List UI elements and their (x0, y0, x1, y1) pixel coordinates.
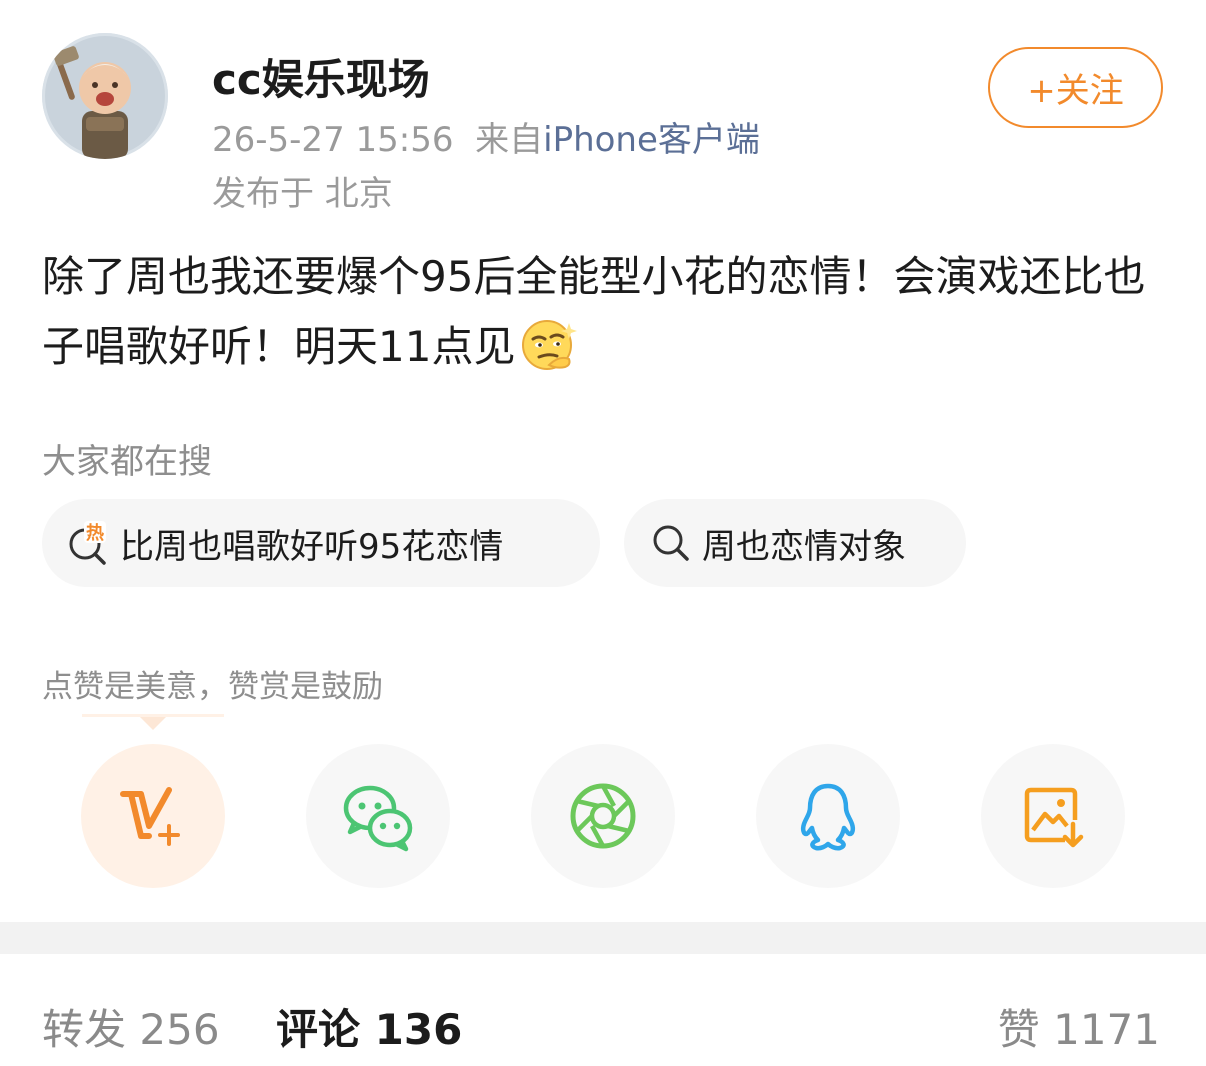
pointer-arrow (140, 717, 166, 730)
weibo-v-plus-icon (120, 787, 180, 846)
svg-text:热: 热 (86, 522, 104, 544)
tab-repost[interactable]: 转发 256 (42, 996, 220, 1057)
moments-icon (570, 783, 636, 849)
like-count: 1171 (1053, 1005, 1160, 1054)
share-save-image-button[interactable] (981, 744, 1125, 888)
source-prefix: 来自 (475, 120, 544, 160)
tab-like[interactable]: 赞 1171 (998, 996, 1160, 1057)
repost-label: 转发 (42, 1005, 127, 1054)
smirk-emoji-icon (522, 320, 578, 370)
search-chip[interactable]: 周也恋情对象 (624, 499, 966, 587)
save-image-icon (1024, 787, 1084, 848)
tab-comment[interactable]: 评论 136 (276, 996, 462, 1057)
hot-search-icon: 热 (69, 521, 106, 565)
avatar[interactable] (42, 33, 168, 159)
share-qq-button[interactable] (756, 744, 900, 888)
post-source[interactable]: iPhone客户端 (543, 120, 760, 160)
share-moments-button[interactable] (531, 744, 675, 888)
repost-count: 256 (139, 1005, 220, 1054)
post-timestamp: 26-5-27 15:56 (212, 120, 454, 160)
search-chip-label: 周也恋情对象 (702, 526, 906, 567)
weibo-post-page: cc娱乐现场 26-5-27 15:56 来自iPhone客户端 发布于 北京 … (0, 0, 1206, 1066)
share-wechat-button[interactable] (306, 744, 450, 888)
post-meta: 26-5-27 15:56 来自iPhone客户端 (212, 112, 760, 161)
like-label: 赞 (997, 1005, 1040, 1054)
hot-search-chip-label: 比周也唱歌好听95花恋情 (120, 526, 504, 567)
post-text: 除了周也我还要爆个95后全能型小花的恋情！会演戏还比也子唱歌好听！明天11点见 (42, 252, 1146, 371)
share-weibo-button[interactable] (81, 744, 225, 888)
share-title: 点赞是美意，赞赏是鼓励 (42, 669, 383, 705)
section-divider (0, 922, 1206, 954)
search-icon (653, 525, 689, 561)
username[interactable]: cc娱乐现场 (212, 46, 430, 107)
follow-button[interactable]: +关注 (988, 47, 1163, 128)
hot-search-chip[interactable]: 热 比周也唱歌好听95花恋情 (42, 499, 600, 587)
comment-label: 评论 (276, 1005, 361, 1054)
comment-count: 136 (374, 1005, 463, 1054)
post-content: 除了周也我还要爆个95后全能型小花的恋情！会演戏还比也子唱歌好听！明天11点见 (42, 242, 1172, 382)
hot-search-title: 大家都在搜 (42, 442, 212, 482)
post-location: 发布于 北京 (212, 174, 393, 214)
qq-icon (800, 783, 856, 851)
wechat-icon (343, 785, 413, 852)
avatar-image (42, 33, 168, 159)
